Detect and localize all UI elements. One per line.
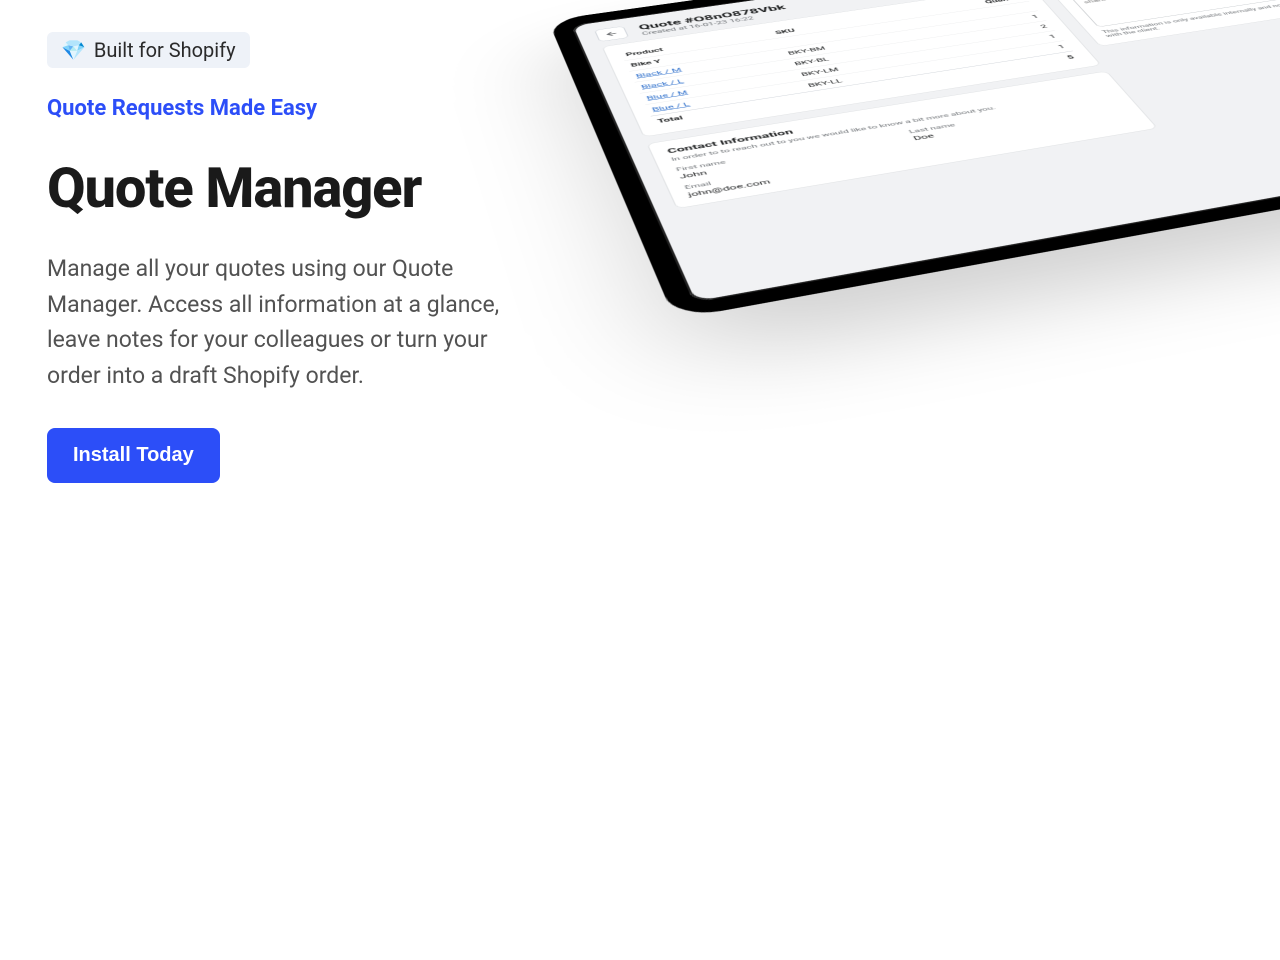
diamond-icon: 💎 <box>61 38 86 62</box>
device-mockup: Quote #O8nO878Vbk Created at 16-01-23 16… <box>548 0 1280 319</box>
page-title: Quote Manager <box>47 155 507 221</box>
tagline: Quote Requests Made Easy <box>47 96 507 121</box>
install-today-button[interactable]: Install Today <box>47 428 220 483</box>
built-for-shopify-badge: 💎 Built for Shopify <box>47 32 250 68</box>
arrow-left-icon <box>603 30 619 37</box>
description: Manage all your quotes using our Quote M… <box>47 251 507 394</box>
badge-label: Built for Shopify <box>94 38 236 62</box>
back-button[interactable] <box>594 26 629 42</box>
